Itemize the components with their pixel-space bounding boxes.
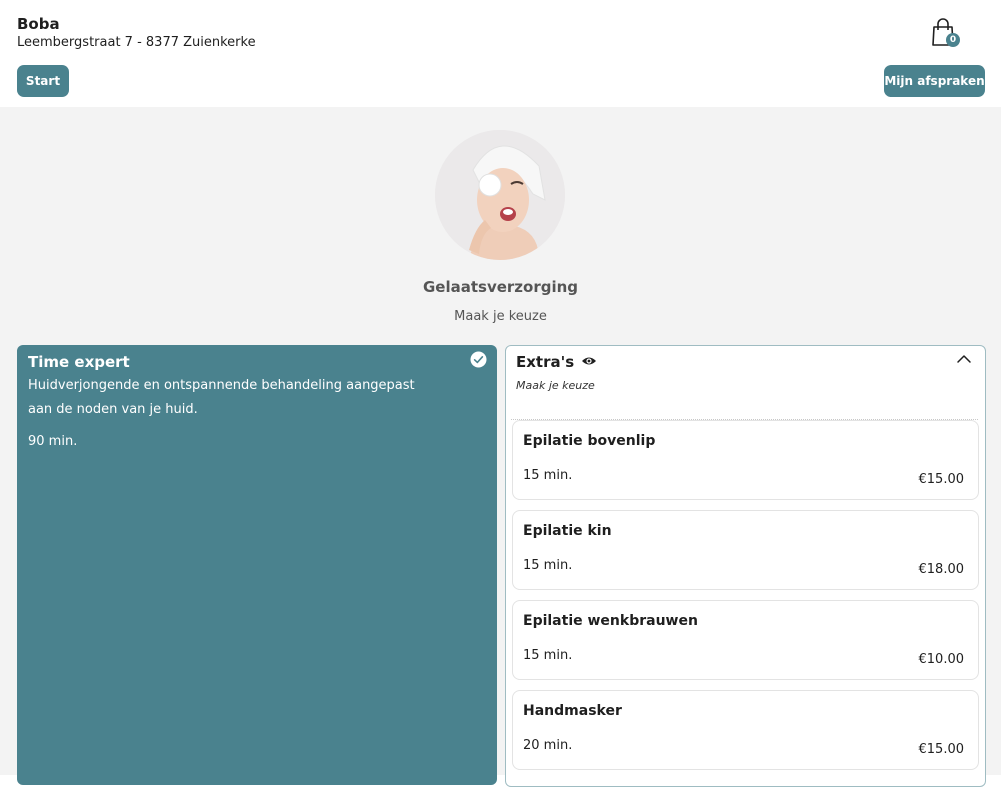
extra-item-name: Handmasker [523,703,622,719]
extra-item-price: €18.00 [918,562,965,577]
my-appointments-button[interactable]: Mijn afspraken [884,65,985,97]
eye-icon[interactable] [581,355,597,367]
category-title: Gelaatsverzorging [422,278,579,296]
extra-item-epilatie-bovenlip[interactable]: Epilatie bovenlip 15 min. €15.00 [512,420,979,500]
chevron-up-icon[interactable] [956,353,972,365]
category-header: Gelaatsverzorging Maak je keuze [17,115,984,338]
extra-item-duration: 15 min. [523,468,573,483]
cart-button[interactable]: 0 [930,17,962,49]
extra-item-name: Epilatie kin [523,523,612,539]
extra-item-name: Epilatie wenkbrauwen [523,613,698,629]
category-image [435,130,565,260]
extra-item-handmasker[interactable]: Handmasker 20 min. €15.00 [512,690,979,770]
treatment-title: Time expert [28,353,130,371]
treatment-description: Huidverjongende en ontspannende behandel… [28,378,415,417]
shop-address: Leembergstraat 7 - 8377 Zuienkerke [17,35,256,50]
header: Boba Leembergstraat 7 - 8377 Zuienkerke … [0,0,1001,107]
extra-item-duration: 15 min. [523,648,573,663]
extra-item-epilatie-wenkbrauwen[interactable]: Epilatie wenkbrauwen 15 min. €10.00 [512,600,979,680]
category-subtitle: Maak je keuze [454,309,547,324]
selected-treatment-card[interactable]: Time expert Huidverjongende en ontspanne… [17,345,497,785]
shop-name: Boba [17,15,60,33]
cart-count-badge: 0 [946,33,960,47]
extra-item-price: €15.00 [918,472,965,487]
check-circle-icon [470,351,487,368]
extra-item-name: Epilatie bovenlip [523,433,656,449]
start-button[interactable]: Start [17,65,69,97]
extras-title: Extra's [516,353,575,371]
extras-panel: Extra's Maak je keuze Epilatie bovenlip … [505,345,986,787]
extra-item-price: €10.00 [918,652,965,667]
extra-item-epilatie-kin[interactable]: Epilatie kin 15 min. €18.00 [512,510,979,590]
extra-item-duration: 15 min. [523,558,573,573]
extras-subtitle: Maak je keuze [516,379,595,392]
extra-item-price: €15.00 [918,742,965,757]
treatment-duration: 90 min. [28,434,78,449]
extra-item-duration: 20 min. [523,738,573,753]
